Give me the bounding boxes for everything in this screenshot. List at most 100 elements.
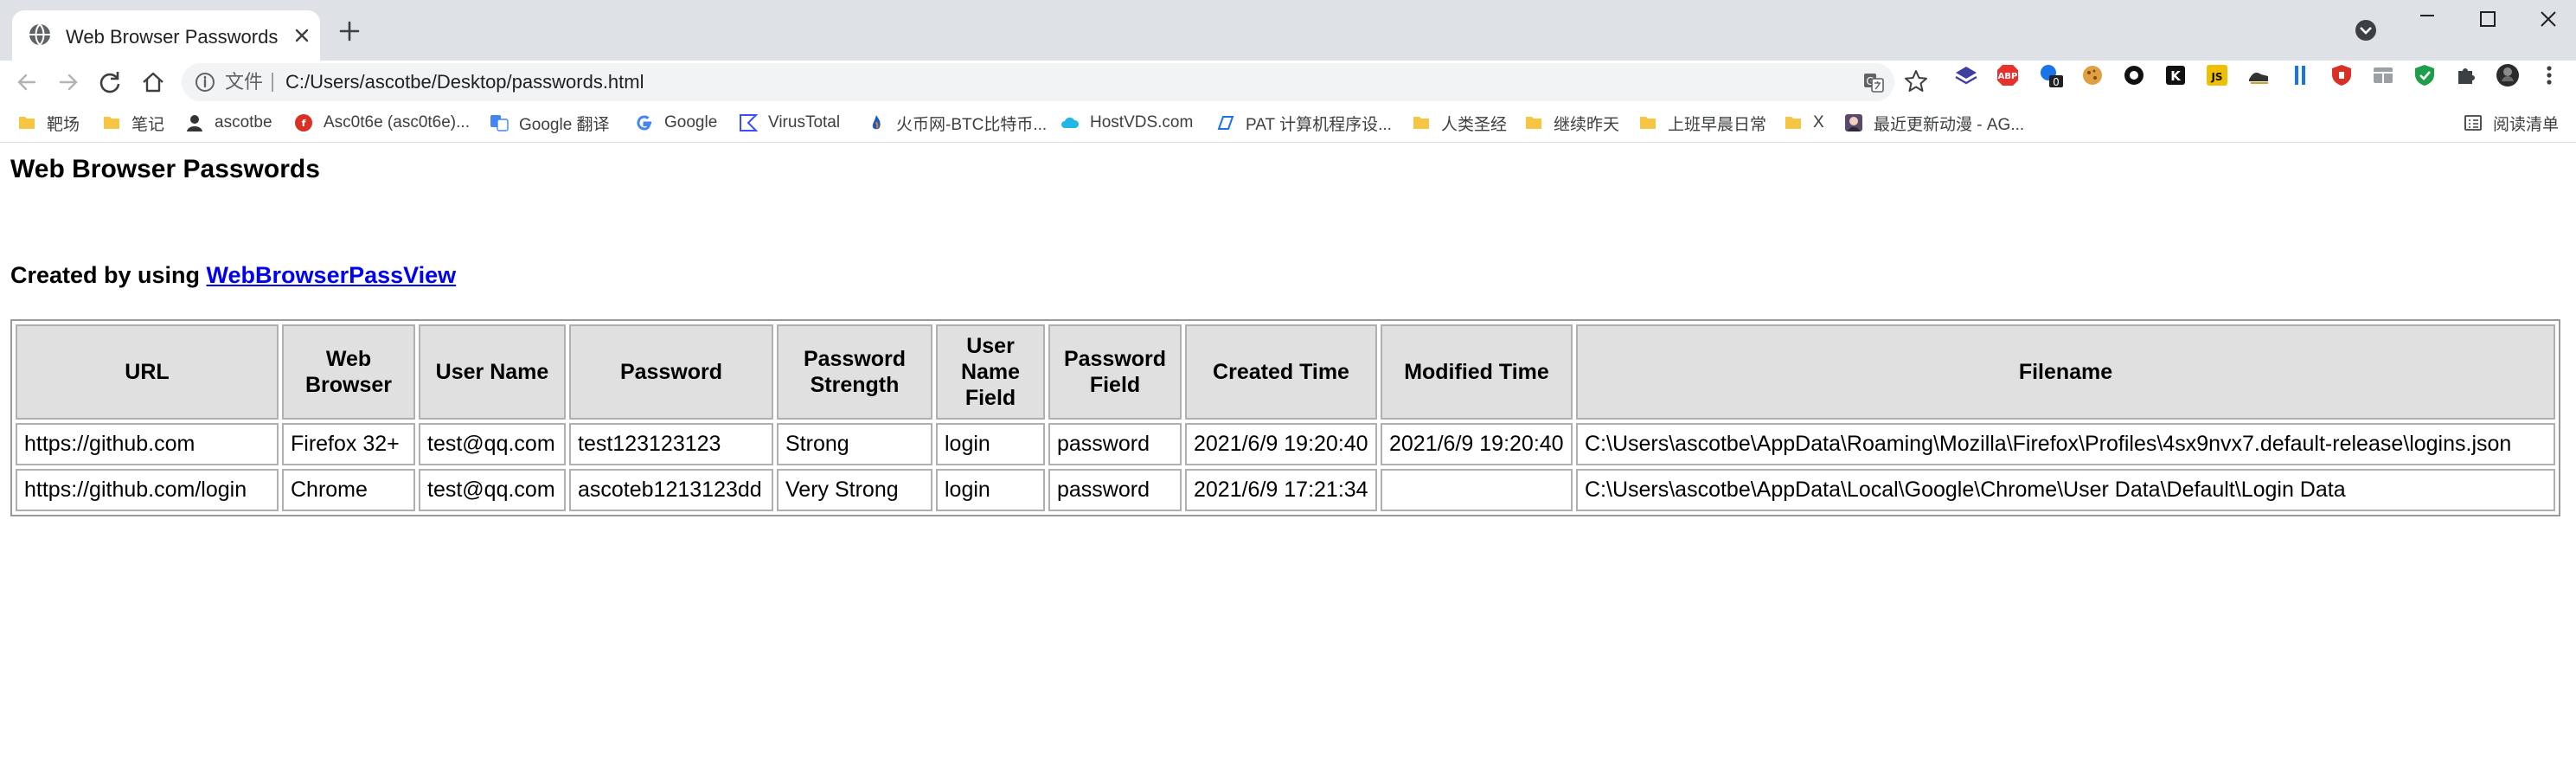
column-header-password-strength: Password Strength [777, 324, 932, 420]
js-extension-icon[interactable]: JS [2204, 62, 2230, 88]
circle-extension-icon[interactable] [2121, 62, 2147, 88]
svg-text:ABP: ABP [1998, 72, 2018, 81]
cell-user-name: test@qq.com [419, 469, 566, 511]
bookmark-item[interactable]: 上班早晨日常 [1638, 104, 1766, 142]
menu-icon[interactable] [2536, 62, 2562, 88]
reading-list-button[interactable]: 阅读清单 [2464, 104, 2559, 142]
cell-modified-time: 2021/6/9 19:20:40 [1381, 423, 1573, 465]
reading-list-label: 阅读清单 [2493, 115, 2560, 134]
badge-extension-icon[interactable]: 0 [2038, 62, 2064, 88]
puzzle-icon[interactable] [2453, 62, 2479, 88]
column-header-modified-time: Modified Time [1381, 324, 1573, 420]
svg-text:f: f [302, 118, 306, 129]
folder-icon [1526, 117, 1541, 129]
profile-avatar[interactable] [2495, 62, 2521, 88]
column-header-filename: Filename [1576, 324, 2555, 420]
bookmark-item[interactable]: 火币网-BTC比特币... [867, 104, 1047, 142]
page-title: Web Browser Passwords [10, 155, 320, 183]
browser-tab[interactable]: Web Browser Passwords [12, 10, 320, 61]
maximize-icon[interactable] [2472, 7, 2503, 38]
flame-icon [872, 115, 881, 130]
k-extension-icon[interactable]: K [2163, 62, 2188, 88]
bookmark-item[interactable]: f Asc0t6e (asc0t6e)... [294, 104, 470, 142]
cell-filename: C:\Users\ascotbe\AppData\Local\Google\Ch… [1576, 469, 2555, 511]
column-header-user-name: User Name [419, 324, 566, 420]
column-header-password-field: Password Field [1048, 324, 1182, 420]
shield-red-icon[interactable] [2329, 62, 2355, 88]
shield-green-icon[interactable] [2412, 62, 2438, 88]
created-by-prefix: Created by using [10, 262, 207, 288]
bookmark-item[interactable]: Google 翻译 [490, 104, 610, 142]
bookmark-label: 笔记 [131, 115, 165, 134]
home-icon[interactable] [138, 67, 168, 97]
cell-filename: C:\Users\ascotbe\AppData\Roaming\Mozilla… [1576, 423, 2555, 465]
column-header-web-browser: Web Browser [282, 324, 415, 420]
bookmark-item[interactable]: ascotbe [185, 104, 272, 142]
cell-password-strength: Strong [777, 423, 932, 465]
column-header-url: URL [16, 324, 279, 420]
column-header-user-name-field: User Name Field [936, 324, 1045, 420]
table-row: https://github.com Firefox 32+ test@qq.c… [16, 423, 2555, 465]
globe-icon [29, 23, 50, 46]
folder-icon [1640, 117, 1656, 129]
tab-strip: Web Browser Passwords [0, 0, 2576, 61]
created-by-line: Created by using WebBrowserPassView [10, 262, 456, 289]
column-header-password: Password [569, 324, 773, 420]
bookmark-item[interactable]: X [1784, 104, 1824, 142]
tab-search-icon[interactable] [2353, 17, 2379, 43]
anime-site-icon [1845, 114, 1862, 131]
bookmark-item[interactable]: Google [635, 104, 717, 142]
extension-badge-count: 0 [2053, 76, 2060, 88]
adblock-plus-icon[interactable]: ABP [1995, 62, 2021, 88]
back-icon[interactable] [12, 67, 42, 97]
close-icon[interactable] [291, 24, 313, 47]
bookmark-label: HostVDS.com [1090, 113, 1194, 131]
folder-icon [1413, 117, 1429, 129]
passwords-table: URL Web Browser User Name Password Passw… [10, 319, 2560, 516]
svg-text:K: K [2170, 68, 2182, 84]
bookmark-label: Google 翻译 [519, 115, 610, 134]
forward-icon[interactable] [54, 67, 83, 97]
reload-icon[interactable] [95, 67, 125, 97]
bookmark-item[interactable]: 笔记 [102, 104, 164, 142]
reading-list-icon [2464, 115, 2482, 131]
bookmark-item[interactable]: PAT 计算机程序设... [1216, 104, 1392, 142]
bookmark-label: 上班早晨日常 [1668, 115, 1767, 134]
folder-icon [19, 117, 35, 129]
bookmark-label: 火币网-BTC比特币... [896, 115, 1048, 134]
cell-user-name-field: login [936, 423, 1045, 465]
translate-icon[interactable]: G [1862, 70, 1886, 94]
bookmark-item[interactable]: 继续昨天 [1524, 104, 1619, 142]
info-icon[interactable] [194, 71, 216, 93]
bookmarks-bar: 靶场 笔记 ascotbe f Asc0t6e (asc0t6e)... Goo… [0, 104, 2576, 143]
cookie-icon[interactable] [2079, 62, 2105, 88]
webbrowserpassview-link[interactable]: WebBrowserPassView [207, 262, 457, 288]
layers-icon[interactable] [1953, 62, 1979, 88]
minimize-icon[interactable] [2412, 7, 2443, 38]
bookmark-label: ascotbe [215, 113, 272, 131]
cell-password: test123123123 [569, 423, 773, 465]
bookmark-star-icon[interactable] [1901, 67, 1931, 96]
bookmark-item[interactable]: 靶场 [17, 104, 80, 142]
cell-created-time: 2021/6/9 17:21:34 [1185, 469, 1377, 511]
browser-toolbar: 文件 C:/Users/ascotbe/Desktop/passwords.ht… [0, 61, 2576, 104]
cell-web-browser: Chrome [282, 469, 415, 511]
cell-password-strength: Very Strong [777, 469, 932, 511]
cell-web-browser: Firefox 32+ [282, 423, 415, 465]
bookmark-item[interactable]: HostVDS.com [1061, 104, 1193, 142]
bookmark-label: 人类圣经 [1441, 115, 1508, 134]
scheme-divider [272, 73, 273, 92]
folder-icon [1785, 117, 1801, 129]
bookmark-label: 靶场 [47, 115, 80, 134]
close-window-icon[interactable] [2533, 7, 2564, 38]
bookmark-item[interactable]: 人类圣经 [1412, 104, 1507, 142]
shoe-extension-icon[interactable] [2246, 62, 2272, 88]
bars-extension-icon[interactable] [2287, 62, 2313, 88]
bookmark-item[interactable]: VirusTotal [739, 104, 840, 142]
url-text[interactable]: C:/Users/ascotbe/Desktop/passwords.html [285, 63, 644, 101]
table-extension-icon[interactable] [2370, 62, 2396, 88]
table-row: https://github.com/login Chrome test@qq.… [16, 469, 2555, 511]
address-bar[interactable]: 文件 C:/Users/ascotbe/Desktop/passwords.ht… [182, 63, 1894, 101]
new-tab-icon[interactable] [336, 17, 363, 45]
bookmark-item[interactable]: 最近更新动漫 - AG... [1844, 104, 2024, 142]
